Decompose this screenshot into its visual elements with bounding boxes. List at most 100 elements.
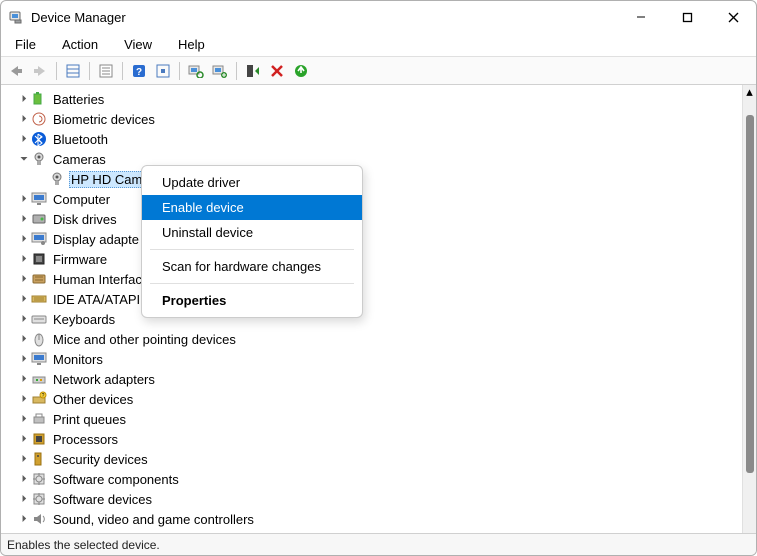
tree-item[interactable]: ⏵Storage controllers bbox=[9, 529, 742, 533]
tree-item-label: Disk drives bbox=[51, 212, 119, 227]
tree-item[interactable]: ⏵Software devices bbox=[9, 489, 742, 509]
tree-item[interactable]: ⏵Network adapters bbox=[9, 369, 742, 389]
tree-item[interactable]: ⏵Sound, video and game controllers bbox=[9, 509, 742, 529]
expand-caret-icon[interactable]: ⏵ bbox=[17, 494, 31, 505]
expand-caret-icon[interactable]: ⏵ bbox=[17, 434, 31, 445]
maximize-button[interactable] bbox=[664, 1, 710, 33]
toolbar-separator bbox=[236, 62, 237, 80]
menu-action[interactable]: Action bbox=[56, 35, 104, 54]
tree-item[interactable]: ⏵HP HD Camera bbox=[9, 169, 742, 189]
tree-item-label: Cameras bbox=[51, 152, 108, 167]
scroll-up-arrow[interactable]: ▴ bbox=[746, 85, 753, 99]
tree-item[interactable]: ⏵Keyboards bbox=[9, 309, 742, 329]
expand-caret-icon[interactable]: ⏵ bbox=[17, 234, 31, 245]
context-menu-item[interactable]: Enable device bbox=[142, 195, 362, 220]
tree-item[interactable]: ⏵Monitors bbox=[9, 349, 742, 369]
expand-caret-icon[interactable]: ⏵ bbox=[17, 474, 31, 485]
context-menu-item[interactable]: Uninstall device bbox=[142, 220, 362, 245]
collapse-caret-icon[interactable]: ⏷ bbox=[17, 154, 31, 165]
scrollbar-thumb[interactable] bbox=[746, 115, 754, 473]
update-driver-icon[interactable] bbox=[209, 60, 231, 82]
expand-caret-icon[interactable]: ⏵ bbox=[17, 134, 31, 145]
tree-item-label: Other devices bbox=[51, 392, 135, 407]
tree-item[interactable]: ⏵Computer bbox=[9, 189, 742, 209]
help-button[interactable]: ? bbox=[128, 60, 150, 82]
device-manager-window: Device Manager File Action View Help ? bbox=[0, 0, 757, 556]
tree-item[interactable]: ⏵Mice and other pointing devices bbox=[9, 329, 742, 349]
expand-caret-icon[interactable]: ⏵ bbox=[17, 514, 31, 525]
sw-icon bbox=[31, 471, 47, 487]
tree-item[interactable]: ⏵ Security devices bbox=[9, 449, 742, 469]
expand-caret-icon[interactable]: ⏵ bbox=[17, 394, 31, 405]
expand-caret-icon[interactable]: ⏵ bbox=[17, 294, 31, 305]
status-text: Enables the selected device. bbox=[7, 538, 160, 552]
expand-caret-icon[interactable]: ⏵ bbox=[17, 114, 31, 125]
expand-caret-icon[interactable]: ⏵ bbox=[17, 274, 31, 285]
close-button[interactable] bbox=[710, 1, 756, 33]
forward-button[interactable] bbox=[29, 60, 51, 82]
menubar: File Action View Help bbox=[1, 33, 756, 57]
statusbar: Enables the selected device. bbox=[1, 533, 756, 555]
context-menu-item[interactable]: Scan for hardware changes bbox=[142, 254, 362, 279]
monitor-icon bbox=[31, 351, 47, 367]
tree-item-label: Security devices bbox=[51, 452, 150, 467]
menu-file[interactable]: File bbox=[9, 35, 42, 54]
tree-item[interactable]: ⏵Print queues bbox=[9, 409, 742, 429]
titlebar: Device Manager bbox=[1, 1, 756, 33]
vertical-scrollbar[interactable]: ▴ bbox=[742, 85, 756, 533]
mouse-icon bbox=[31, 331, 47, 347]
expand-caret-icon[interactable]: ⏵ bbox=[17, 94, 31, 105]
menu-view[interactable]: View bbox=[118, 35, 158, 54]
expand-caret-icon[interactable]: ⏵ bbox=[17, 254, 31, 265]
expand-caret-icon[interactable]: ⏵ bbox=[17, 354, 31, 365]
expand-caret-icon[interactable]: ⏵ bbox=[17, 334, 31, 345]
tree-item[interactable]: ⏵Bluetooth bbox=[9, 129, 742, 149]
printer-icon bbox=[31, 411, 47, 427]
expand-caret-icon[interactable]: ⏵ bbox=[17, 374, 31, 385]
window-title: Device Manager bbox=[31, 10, 126, 25]
svg-text:?: ? bbox=[42, 393, 45, 399]
tree-item[interactable]: ⏵? Other devices bbox=[9, 389, 742, 409]
window-controls bbox=[618, 1, 756, 33]
cpu-icon bbox=[31, 431, 47, 447]
enable-circle-button[interactable] bbox=[290, 60, 312, 82]
content-area: ⏵Batteries⏵Biometric devices⏵Bluetooth ⏷ C… bbox=[1, 85, 756, 533]
back-button[interactable] bbox=[5, 60, 27, 82]
uninstall-device-button[interactable] bbox=[266, 60, 288, 82]
tree-item[interactable]: ⏵Software components bbox=[9, 469, 742, 489]
display-icon bbox=[31, 231, 47, 247]
expand-caret-icon[interactable]: ⏵ bbox=[17, 414, 31, 425]
tree-item[interactable]: ⏵Human Interfac bbox=[9, 269, 742, 289]
action-button[interactable] bbox=[152, 60, 174, 82]
hid-icon bbox=[31, 271, 47, 287]
tree-item[interactable]: ⏵Biometric devices bbox=[9, 109, 742, 129]
camera-icon bbox=[31, 151, 47, 167]
context-menu-separator bbox=[150, 249, 354, 250]
scan-hardware-button[interactable] bbox=[185, 60, 207, 82]
tree-item[interactable]: ⏷ Cameras bbox=[9, 149, 742, 169]
tree-item[interactable]: ⏵ Disk drives bbox=[9, 209, 742, 229]
toolbar-separator bbox=[122, 62, 123, 80]
show-hide-console-tree-button[interactable] bbox=[62, 60, 84, 82]
menu-help[interactable]: Help bbox=[172, 35, 211, 54]
context-menu-item[interactable]: Update driver bbox=[142, 170, 362, 195]
tree-item[interactable]: ⏵Processors bbox=[9, 429, 742, 449]
expand-caret-icon[interactable]: ⏵ bbox=[17, 314, 31, 325]
enable-device-button[interactable] bbox=[242, 60, 264, 82]
app-icon bbox=[9, 9, 25, 25]
expand-caret-icon[interactable]: ⏵ bbox=[17, 454, 31, 465]
properties-button[interactable] bbox=[95, 60, 117, 82]
expand-caret-icon[interactable]: ⏵ bbox=[17, 214, 31, 225]
tree-item[interactable]: ⏵ Display adapte bbox=[9, 229, 742, 249]
tree-item-label: Display adapte bbox=[51, 232, 141, 247]
tree-item[interactable]: ⏵IDE ATA/ATAPI c bbox=[9, 289, 742, 309]
device-tree[interactable]: ⏵Batteries⏵Biometric devices⏵Bluetooth ⏷ C… bbox=[1, 85, 742, 533]
context-menu-item[interactable]: Properties bbox=[142, 288, 362, 313]
sw-icon bbox=[31, 491, 47, 507]
tree-item[interactable]: ⏵Batteries bbox=[9, 89, 742, 109]
stor-icon bbox=[31, 531, 47, 533]
tree-item[interactable]: ⏵Firmware bbox=[9, 249, 742, 269]
minimize-button[interactable] bbox=[618, 1, 664, 33]
monitor-icon bbox=[31, 191, 47, 207]
expand-caret-icon[interactable]: ⏵ bbox=[17, 194, 31, 205]
